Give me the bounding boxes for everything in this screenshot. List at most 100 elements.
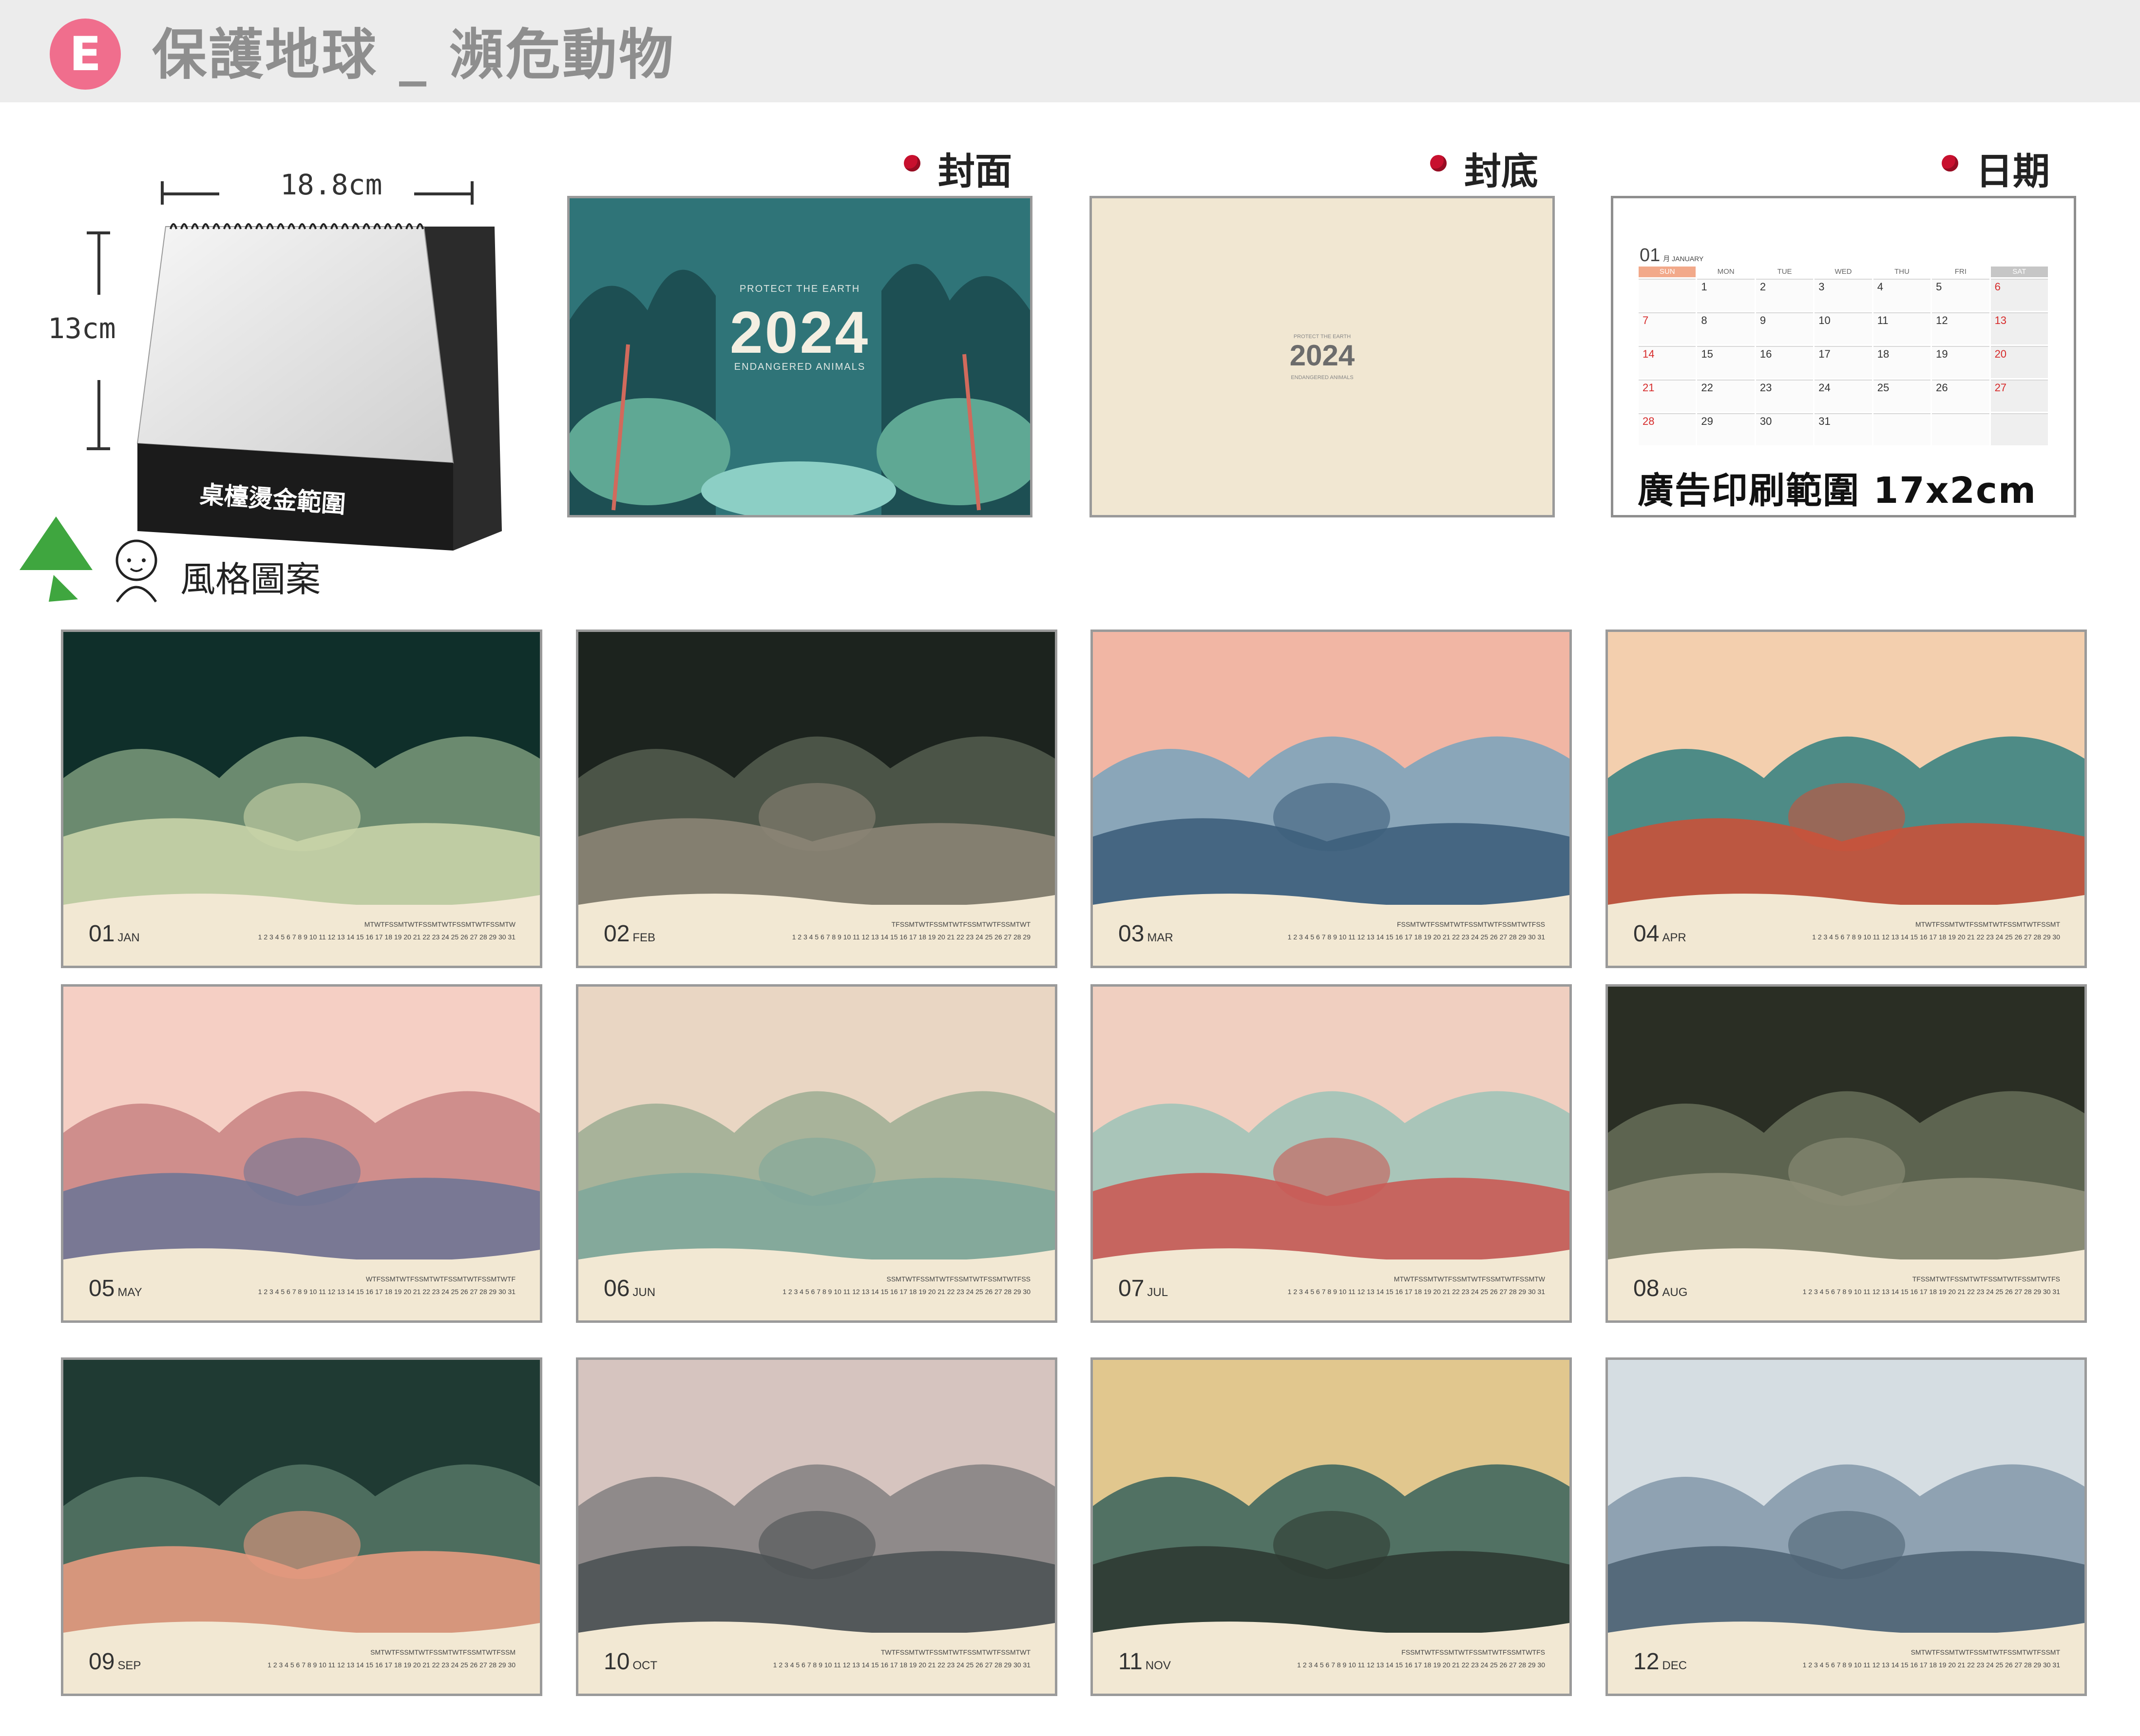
weekday-header: FRI [1954,267,1967,276]
month-label: 04 APR [1633,920,1686,947]
day-numbers: 1 2 3 4 5 6 7 8 9 10 11 12 13 14 15 16 1… [773,1661,1031,1669]
date-cell: 4 [1873,279,1931,311]
month-illustration [1608,987,2084,1259]
weekday-letters: SMTWTFSSMTWTFSSMTWTFSSMTWTFSSMT [1911,1648,2060,1656]
month-label: 07 JUL [1118,1275,1168,1302]
back-cover-preview[interactable]: PROTECT THE EARTH 2024 ENDANGERED ANIMAL… [1089,196,1555,517]
date-cell: 26 [1932,380,1989,412]
date-cell: 23 [1756,380,1814,412]
month-label: 08 AUG [1633,1275,1687,1302]
date-cell: 8 [1697,312,1755,344]
month-day-strip: TWTFSSMTWTFSSMTWTFSSMTWTFSSMTWT 1 2 3 4 5… [676,1648,1031,1669]
month-page-aug[interactable]: 08 AUG TFSSMTWTFSSMTWTFSSMTWTFSSMTWTFS 1 2 … [1605,984,2087,1323]
page-title: 保護地球 _ 瀕危動物 [152,23,675,87]
month-day-strip: FSSMTWTFSSMTWTFSSMTWTFSSMTWTFS 1 2 3 4 5 … [1190,1648,1545,1669]
month-page-dec[interactable]: 12 DEC SMTWTFSSMTWTFSSMTWTFSSMTWTFSSMT 1 2 … [1605,1357,2087,1696]
month-wave-divider [1093,1622,1569,1652]
month-wave-divider [1093,894,1569,924]
date-page-preview[interactable]: 01 月 JANUARY SUN MON TUE WED THU FRI SAT 1 2 3 4 5 6 7… [1611,196,2076,517]
weekday-header: TUE [1777,267,1792,276]
date-cell: 17 [1815,346,1872,378]
month-page-sep[interactable]: 09 SEP SMTWTFSSMTWTFSSMTWTFSSMTWTFSSM 1 2 3… [61,1357,542,1696]
weekday-header: SUN [1639,267,1696,277]
weekday-header: THU [1894,267,1910,276]
month-wave-divider [1608,1622,2084,1652]
height-dimension-label: 13cm [48,312,116,345]
month-abbr: DEC [1662,1659,1687,1672]
month-label: 06 JUN [604,1275,655,1302]
month-number: 06 [604,1276,630,1301]
date-cell: 14 [1639,346,1696,378]
date-cell [1873,413,1931,445]
date-bullet-icon [1942,155,1958,172]
month-wave-divider [63,894,540,924]
month-day-strip: TFSSMTWTFSSMTWTFSSMTWTFSSMTWT 1 2 3 4 5 6… [676,920,1031,941]
month-number: 11 [1118,1649,1143,1675]
day-numbers: 1 2 3 4 5 6 7 8 9 10 11 12 13 14 15 16 1… [1297,1661,1545,1669]
weekday-letters: TFSSMTWTFSSMTWTFSSMTWTFSSMTWT [891,920,1031,928]
month-label: 03 MAR [1118,920,1173,947]
date-cell: 24 [1815,380,1872,412]
date-cell: 21 [1639,380,1696,412]
month-illustration [1093,987,1569,1259]
date-page-month-number: 01 [1640,245,1661,266]
date-page-month-name: 月 JANUARY [1663,255,1704,263]
month-day-strip: SSMTWTFSSMTWTFSSMTWTFSSMTWTFSS 1 2 3 4 5 … [676,1275,1031,1296]
cover-section-label: 封面 [938,150,1012,193]
month-day-strip: WTFSSMTWTFSSMTWTFSSMTWTFSSMTWTF 1 2 3 4 5… [161,1275,516,1296]
month-page-feb[interactable]: 02 FEB TFSSMTWTFSSMTWTFSSMTWTFSSMTWT 1 2 3 … [576,630,1057,968]
month-page-jan[interactable]: 01 JAN MTWTFSSMTWTFSSMTWTFSSMTWTFSSMTW 1 2 … [61,630,542,968]
month-label: 01 JAN [89,920,140,947]
date-cell: 25 [1873,380,1931,412]
month-illustration [1093,632,1569,905]
month-illustration [578,987,1055,1259]
month-wave-divider [1608,1248,2084,1279]
date-cell: 29 [1697,413,1755,445]
date-cell: 20 [1990,346,2048,378]
month-page-oct[interactable]: 10 OCT TWTFSSMTWTFSSMTWTFSSMTWTFSSMTWT 1 2 … [576,1357,1057,1696]
weekday-letters: FSSMTWTFSSMTWTFSSMTWTFSSMTWTFS [1401,1648,1545,1656]
date-cell: 3 [1815,279,1872,311]
month-number: 08 [1633,1276,1660,1301]
month-page-nov[interactable]: 11 NOV FSSMTWTFSSMTWTFSSMTWTFSSMTWTFS 1 2 3… [1090,1357,1572,1696]
day-numbers: 1 2 3 4 5 6 7 8 9 10 11 12 13 14 15 16 1… [783,1288,1031,1296]
month-wave-divider [63,1622,540,1652]
style-pattern-label: 風格圖案 [180,559,321,600]
month-page-mar[interactable]: 03 MAR FSSMTWTFSSMTWTFSSMTWTFSSMTWTFSS 1 2 … [1090,630,1572,968]
date-cell: 30 [1756,413,1814,445]
date-cell: 6 [1990,279,2048,311]
width-dimension-tick-right [471,181,474,205]
month-wave-divider [1093,1248,1569,1279]
date-cell: 2 [1756,279,1814,311]
weekday-letters: TWTFSSMTWTFSSMTWTFSSMTWTFSSMTWT [880,1648,1031,1656]
month-illustration [578,632,1055,905]
day-numbers: 1 2 3 4 5 6 7 8 9 10 11 12 13 14 15 16 1… [258,933,516,941]
green-triangle-icon [19,516,93,602]
date-cell: 11 [1873,312,1931,344]
day-numbers: 1 2 3 4 5 6 7 8 9 10 11 12 13 14 15 16 1… [258,1288,516,1296]
month-number: 10 [604,1649,630,1675]
month-page-may[interactable]: 05 MAY WTFSSMTWTFSSMTWTFSSMTWTFSSMTWTF 1 2 … [61,984,542,1323]
month-illustration [63,987,540,1259]
month-page-jun[interactable]: 06 JUN SSMTWTFSSMTWTFSSMTWTFSSMTWTFSS 1 2 3… [576,984,1057,1323]
month-number: 05 [89,1276,115,1301]
month-number: 04 [1633,921,1660,947]
date-page-month: 01 月 JANUARY [1640,245,1703,266]
month-page-jul[interactable]: 07 JUL MTWTFSSMTWTFSSMTWTFSSMTWTFSSMTW 1 2 … [1090,984,1572,1323]
height-dimension-tick-bottom [87,447,110,450]
date-cell: 27 [1990,380,2048,412]
month-abbr: SEP [117,1659,141,1672]
month-number: 03 [1118,921,1145,947]
date-cell [1990,413,2048,445]
weekday-header: MON [1717,267,1735,276]
height-dimension-line-top [97,231,100,295]
month-page-apr[interactable]: 04 APR MTWTFSSMTWTFSSMTWTFSSMTWTFSSMT 1 2 3… [1605,630,2087,968]
header-bar: E 保護地球 _ 瀕危動物 [0,0,2140,102]
date-cell: 15 [1697,346,1755,378]
series-badge: E [50,19,121,90]
day-numbers: 1 2 3 4 5 6 7 8 9 10 11 12 13 14 15 16 1… [1802,1288,2060,1296]
cover-preview[interactable]: PROTECT THE EARTH 2024 ENDANGERED ANIMAL… [567,196,1032,517]
weekday-header: WED [1834,267,1852,276]
month-day-strip: SMTWTFSSMTWTFSSMTWTFSSMTWTFSSMT 1 2 3 4 5… [1705,1648,2060,1669]
back-section-label: 封底 [1464,150,1538,193]
